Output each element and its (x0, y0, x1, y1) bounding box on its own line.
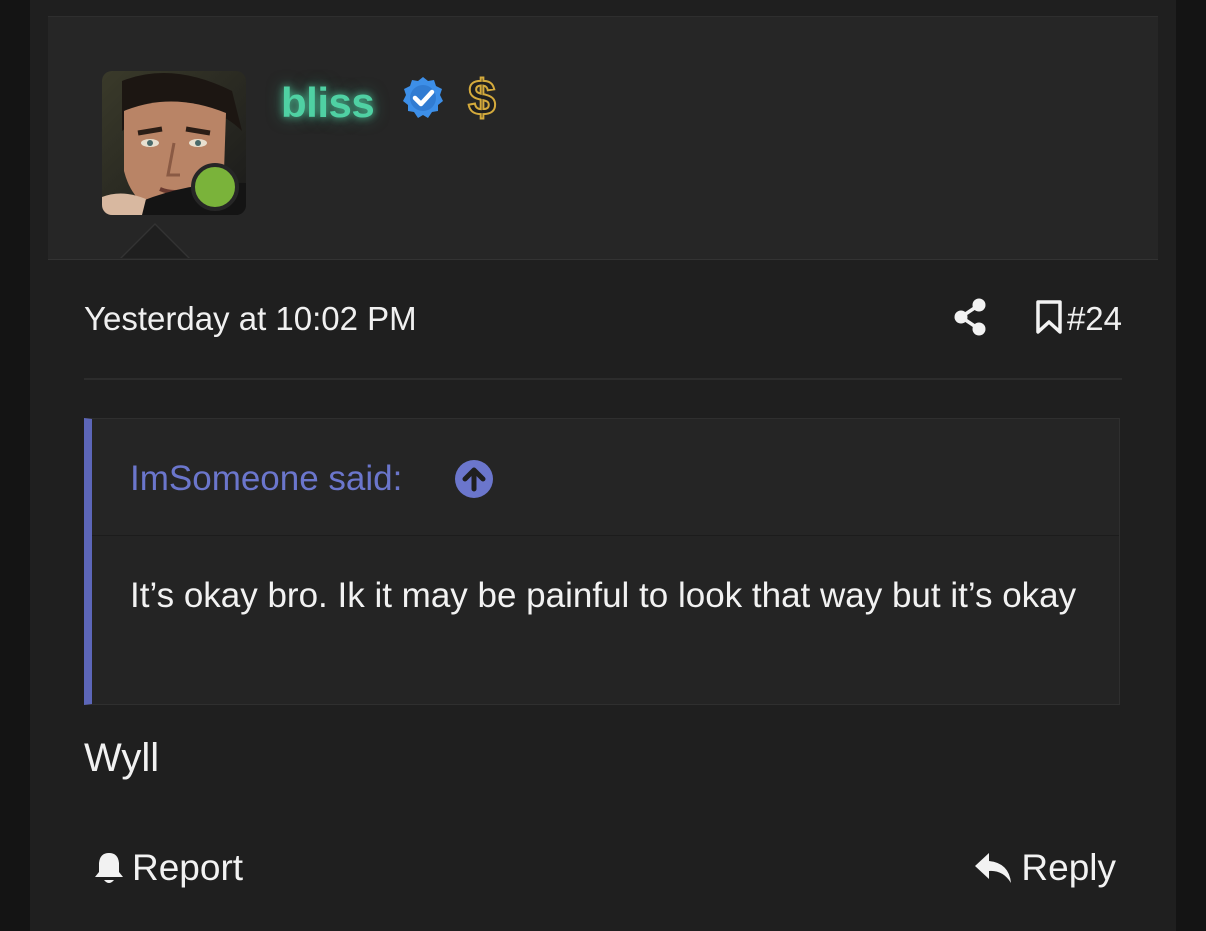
post-container: bliss $ Yesterday at 10:02 PM #24 ImSome… (30, 0, 1176, 931)
report-button[interactable]: Report (92, 846, 243, 890)
user-header: bliss $ (48, 16, 1158, 260)
post-timestamp[interactable]: Yesterday at 10:02 PM (84, 300, 417, 338)
expand-quote-icon[interactable] (454, 459, 494, 499)
verified-check-icon (403, 77, 443, 118)
share-icon[interactable] (952, 298, 988, 336)
meta-divider (84, 378, 1122, 380)
quote-header[interactable]: ImSomeone said: (92, 419, 1119, 536)
dollar-badge-icon: $ (467, 69, 497, 127)
top-edge (30, 0, 1176, 16)
quote-author[interactable]: ImSomeone said: (130, 459, 402, 499)
reply-arrow-icon (975, 853, 1012, 883)
post-body: Wyll (84, 736, 160, 780)
post-meta: Yesterday at 10:02 PM #24 (84, 296, 1122, 346)
quote-block: ImSomeone said: It’s okay bro. Ik it may… (84, 418, 1120, 705)
username[interactable]: bliss (281, 79, 375, 127)
reply-button[interactable]: Reply (973, 846, 1116, 890)
report-label: Report (132, 847, 244, 888)
bell-icon (95, 853, 123, 883)
header-pointer (122, 225, 188, 258)
post-number-link[interactable]: #24 (1067, 300, 1122, 338)
bookmark-icon[interactable] (1034, 299, 1064, 335)
reply-label: Reply (1021, 847, 1116, 888)
quote-text: It’s okay bro. Ik it may be painful to l… (130, 576, 1077, 615)
online-status-dot (191, 163, 239, 211)
